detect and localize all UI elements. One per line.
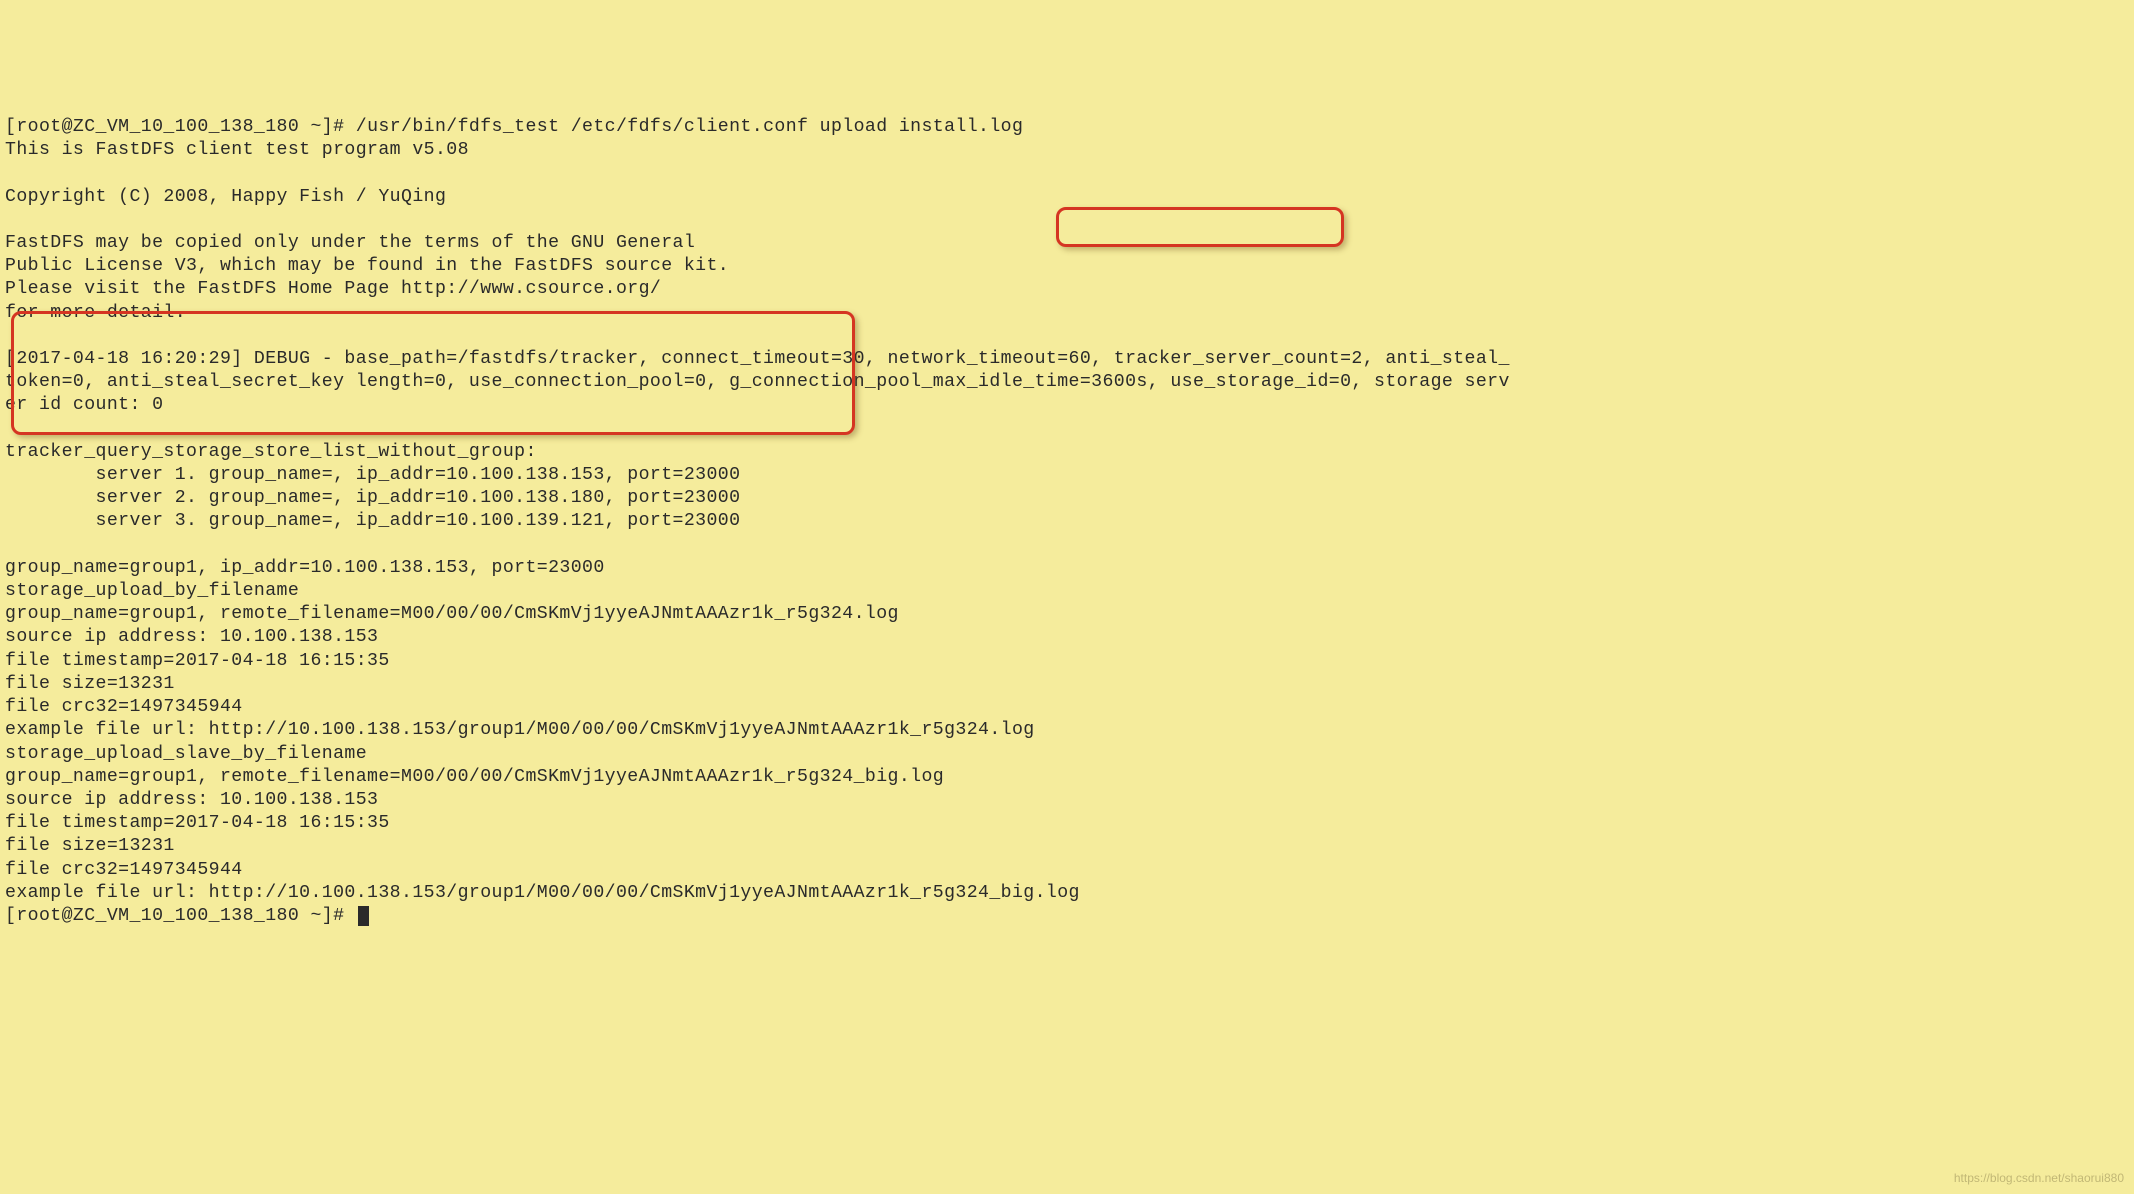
output-line: This is FastDFS client test program v5.0… [5,140,469,160]
output-line: Public License V3, which may be found in… [5,256,729,276]
output-line: source ip address: 10.100.138.153 [5,790,378,810]
output-line: storage_upload_slave_by_filename [5,744,367,764]
output-line: file crc32=1497345944 [5,697,243,717]
output-line: token=0, anti_steal_secret_key length=0,… [5,372,1510,392]
output-line: source ip address: 10.100.138.153 [5,627,378,647]
output-line: FastDFS may be copied only under the ter… [5,233,695,253]
output-line: Copyright (C) 2008, Happy Fish / YuQing [5,187,446,207]
output-line: for more detail. [5,303,186,323]
cursor-icon [358,906,369,926]
output-line: Please visit the FastDFS Home Page http:… [5,279,661,299]
output-line: server 1. group_name=, ip_addr=10.100.13… [5,465,740,485]
output-line: server 3. group_name=, ip_addr=10.100.13… [5,511,740,531]
watermark-text: https://blog.csdn.net/shaorui880 [1954,1167,2124,1190]
output-line: er id count: 0 [5,395,163,415]
output-line: group_name=group1, remote_filename=M00/0… [5,767,944,787]
output-line: file crc32=1497345944 [5,860,243,880]
output-line: group_name=group1, remote_filename=M00/0… [5,604,899,624]
output-line: server 2. group_name=, ip_addr=10.100.13… [5,488,740,508]
output-line: file timestamp=2017-04-18 16:15:35 [5,651,390,671]
command-text: /usr/bin/fdfs_test /etc/fdfs/client.conf… [356,117,1024,137]
shell-prompt: [root@ZC_VM_10_100_138_180 ~]# [5,906,356,926]
output-line: file size=13231 [5,674,175,694]
output-line: tracker_query_storage_store_list_without… [5,442,537,462]
shell-prompt: [root@ZC_VM_10_100_138_180 ~]# [5,117,356,137]
output-line: storage_upload_by_filename [5,581,299,601]
output-line: [2017-04-18 16:20:29] DEBUG - base_path=… [5,349,1510,369]
output-line: example file url: http://10.100.138.153/… [5,720,1035,740]
output-line: file timestamp=2017-04-18 16:15:35 [5,813,390,833]
output-line: example file url: http://10.100.138.153/… [5,883,1080,903]
output-line: group_name=group1, ip_addr=10.100.138.15… [5,558,605,578]
output-line: file size=13231 [5,836,175,856]
terminal-output[interactable]: [root@ZC_VM_10_100_138_180 ~]# /usr/bin/… [0,93,2134,928]
